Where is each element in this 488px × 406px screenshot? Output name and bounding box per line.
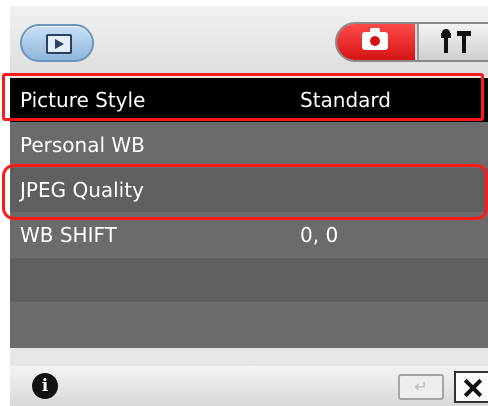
info-icon[interactable]: i xyxy=(32,373,58,399)
tools-icon xyxy=(441,29,471,53)
setting-value: Standard xyxy=(300,88,391,112)
playback-icon xyxy=(46,34,72,54)
list-item-picture-style[interactable]: Picture Style Standard xyxy=(10,78,488,123)
camera-settings-window: Picture Style Standard Personal WB JPEG … xyxy=(10,6,488,406)
setting-label: JPEG Quality xyxy=(20,178,144,202)
setting-label: Personal WB xyxy=(20,133,145,157)
return-button[interactable]: ↵ xyxy=(398,374,444,400)
close-button[interactable] xyxy=(454,371,488,403)
list-item-wb-shift[interactable]: WB SHIFT 0, 0 xyxy=(10,213,488,258)
tab-camera-settings[interactable] xyxy=(337,24,415,60)
setting-value: 0, 0 xyxy=(300,223,339,247)
settings-list: Picture Style Standard Personal WB JPEG … xyxy=(10,78,488,348)
mode-tabs xyxy=(335,22,488,62)
setting-label: Picture Style xyxy=(20,88,146,112)
tab-tools[interactable] xyxy=(417,24,488,60)
list-item-empty xyxy=(10,258,488,303)
playback-button[interactable] xyxy=(20,24,94,62)
list-item-jpeg-quality[interactable]: JPEG Quality xyxy=(10,168,488,213)
list-item-personal-wb[interactable]: Personal WB xyxy=(10,123,488,168)
setting-label: WB SHIFT xyxy=(20,223,117,247)
bottom-toolbar: i ↵ xyxy=(10,366,488,406)
list-item-empty xyxy=(10,303,488,348)
camera-icon xyxy=(362,28,388,50)
top-toolbar xyxy=(10,6,488,76)
